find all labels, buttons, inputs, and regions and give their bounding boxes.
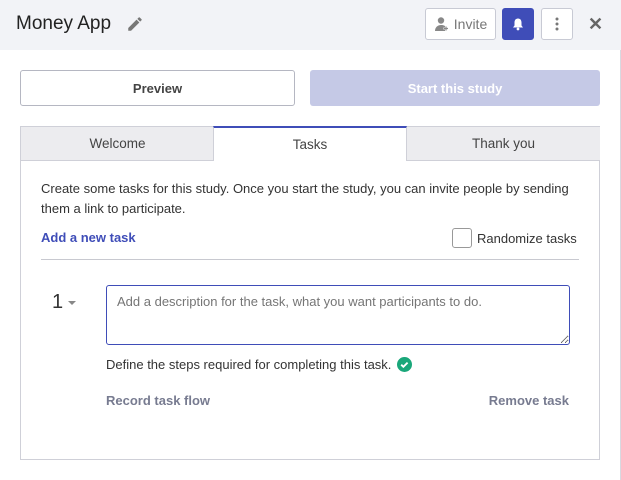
close-icon[interactable]: ✕ (588, 14, 603, 35)
start-study-button[interactable]: Start this study (310, 70, 600, 106)
more-button[interactable] (541, 8, 573, 40)
add-task-link[interactable]: Add a new task (41, 230, 136, 245)
randomize-label: Randomize tasks (477, 231, 577, 246)
page-title: Money App (16, 13, 112, 34)
task-description-input[interactable] (106, 285, 570, 345)
remove-task-link[interactable]: Remove task (489, 393, 569, 408)
invite-label: Invite (453, 16, 488, 32)
divider (41, 259, 579, 260)
task-number: 1 (52, 291, 64, 313)
tab-thank-you[interactable]: Thank you (407, 127, 600, 161)
check-circle-icon (397, 357, 413, 372)
task-steps-text: Define the steps required for completing… (106, 357, 392, 372)
preview-button[interactable]: Preview (20, 70, 295, 106)
invite-button[interactable]: Invite (425, 8, 496, 40)
caret-down-icon[interactable] (68, 301, 76, 305)
record-task-flow-link[interactable]: Record task flow (106, 393, 210, 408)
tasks-panel: Welcome Tasks Thank you Create some task… (20, 126, 600, 460)
bell-icon (513, 18, 523, 31)
tasks-intro: Create some tasks for this study. Once y… (41, 181, 569, 216)
more-vertical-icon (555, 17, 559, 31)
task-steps-row: Define the steps required for completing… (106, 357, 413, 372)
header: Money App Invite ✕ (0, 0, 621, 50)
add-user-icon (434, 17, 449, 31)
randomize-checkbox[interactable] (452, 228, 472, 248)
notifications-button[interactable] (502, 8, 534, 40)
tab-tasks[interactable]: Tasks (213, 126, 407, 161)
pencil-icon[interactable] (126, 15, 144, 33)
tab-welcome[interactable]: Welcome (21, 127, 214, 161)
